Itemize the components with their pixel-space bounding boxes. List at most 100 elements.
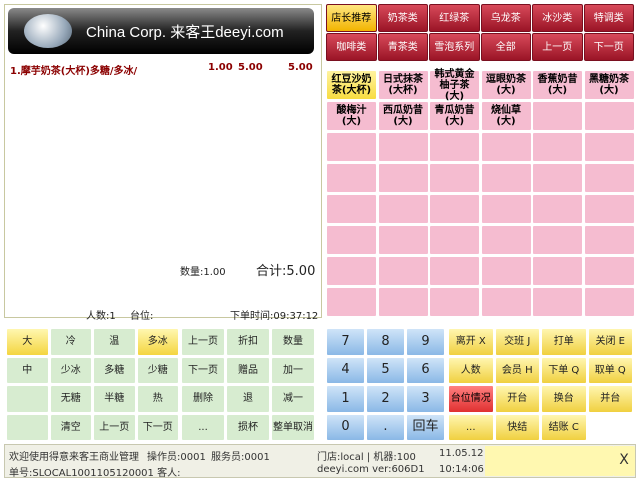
modifier-button-15[interactable]: 下一页 bbox=[136, 413, 179, 441]
function-button-4[interactable]: 人数 bbox=[448, 356, 494, 384]
product-item[interactable] bbox=[532, 225, 583, 255]
product-item[interactable] bbox=[480, 132, 532, 162]
function-button-2[interactable]: 打单 bbox=[541, 328, 587, 356]
category-tab-6[interactable]: 咖啡类 bbox=[326, 33, 377, 61]
product-item[interactable] bbox=[583, 225, 635, 255]
modifier-button-14[interactable]: 上一页 bbox=[93, 413, 136, 441]
product-item[interactable]: 黑糖奶茶(大) bbox=[583, 70, 635, 100]
modifier-button-6[interactable]: 多糖 bbox=[93, 356, 136, 384]
product-item[interactable] bbox=[480, 163, 532, 193]
modifier-button-4[interactable]: 中 bbox=[6, 356, 49, 384]
product-item[interactable] bbox=[429, 225, 480, 255]
category-tab-2[interactable]: 红绿茶 bbox=[429, 4, 480, 32]
category-tab-5[interactable]: 特调类 bbox=[583, 4, 634, 32]
operation-button-2[interactable]: 数量 bbox=[271, 328, 315, 356]
keypad-button-0[interactable]: 7 bbox=[326, 328, 365, 356]
product-item[interactable]: 韩式黄金柚子茶(大) bbox=[429, 69, 480, 102]
category-tab-11[interactable]: 下一页 bbox=[583, 33, 634, 61]
function-button-8[interactable]: 台位情况 bbox=[448, 385, 494, 413]
category-tab-8[interactable]: 雪泡系列 bbox=[429, 33, 480, 61]
product-item[interactable] bbox=[583, 163, 635, 193]
product-item[interactable] bbox=[532, 256, 583, 286]
product-item[interactable]: 红豆沙奶茶(大杯) bbox=[326, 70, 377, 100]
product-item[interactable] bbox=[429, 132, 480, 162]
operation-button-5[interactable]: 加一 bbox=[271, 356, 315, 384]
product-item[interactable] bbox=[480, 194, 532, 224]
product-item[interactable]: 酸梅汁(大) bbox=[326, 101, 377, 131]
operation-button-6[interactable]: 删除 bbox=[181, 385, 225, 413]
keypad-button-1[interactable]: 8 bbox=[366, 328, 405, 356]
product-item[interactable]: 香蕉奶昔(大) bbox=[532, 70, 583, 100]
keypad-button-7[interactable]: 2 bbox=[366, 385, 405, 413]
keypad-button-8[interactable]: 3 bbox=[406, 385, 445, 413]
product-item[interactable] bbox=[326, 225, 377, 255]
product-item[interactable] bbox=[326, 163, 377, 193]
category-tab-1[interactable]: 奶茶类 bbox=[377, 4, 428, 32]
product-item[interactable] bbox=[583, 101, 635, 131]
category-tab-4[interactable]: 冰沙类 bbox=[532, 4, 583, 32]
product-item[interactable]: 青瓜奶昔(大) bbox=[429, 101, 480, 131]
keypad-button-5[interactable]: 6 bbox=[406, 356, 445, 384]
product-item[interactable] bbox=[377, 256, 429, 286]
function-button-0[interactable]: 离开 X bbox=[448, 328, 494, 356]
close-button[interactable]: X bbox=[613, 446, 635, 476]
function-button-13[interactable]: 快结 bbox=[494, 413, 540, 441]
keypad-button-3[interactable]: 4 bbox=[326, 356, 365, 384]
product-item[interactable] bbox=[532, 101, 583, 131]
product-item[interactable] bbox=[532, 132, 583, 162]
modifier-button-2[interactable]: 温 bbox=[93, 328, 136, 356]
category-tab-9[interactable]: 全部 bbox=[480, 33, 531, 61]
product-item[interactable] bbox=[480, 287, 532, 317]
product-item[interactable]: 烧仙草(大) bbox=[480, 101, 532, 131]
keypad-button-10[interactable]: . bbox=[366, 413, 405, 441]
product-item[interactable] bbox=[532, 163, 583, 193]
modifier-button-10[interactable]: 半糖 bbox=[93, 385, 136, 413]
product-item[interactable] bbox=[429, 194, 480, 224]
product-item[interactable] bbox=[326, 132, 377, 162]
modifier-button-9[interactable]: 无糖 bbox=[49, 385, 92, 413]
operation-button-1[interactable]: 折扣 bbox=[226, 328, 270, 356]
product-item[interactable] bbox=[429, 163, 480, 193]
operation-button-0[interactable]: 上一页 bbox=[181, 328, 225, 356]
function-button-14[interactable]: 结账 C bbox=[541, 413, 587, 441]
category-tab-3[interactable]: 乌龙茶 bbox=[480, 4, 531, 32]
product-item[interactable] bbox=[583, 287, 635, 317]
function-button-12[interactable]: ... bbox=[448, 413, 494, 441]
product-item[interactable] bbox=[583, 194, 635, 224]
keypad-button-2[interactable]: 9 bbox=[406, 328, 445, 356]
function-button-9[interactable]: 开台 bbox=[494, 385, 540, 413]
product-item[interactable] bbox=[326, 256, 377, 286]
order-item-row[interactable]: 1.摩芋奶茶(大杯)多糖/多冰/ 1.00 5.00 5.00 bbox=[10, 62, 313, 77]
operation-button-4[interactable]: 赠品 bbox=[226, 356, 270, 384]
function-button-3[interactable]: 关闭 E bbox=[587, 328, 633, 356]
modifier-button-7[interactable]: 少糖 bbox=[136, 356, 179, 384]
modifier-button-3[interactable]: 多冰 bbox=[136, 328, 179, 356]
product-item[interactable]: 日式抹茶(大杯) bbox=[377, 70, 429, 100]
operation-button-7[interactable]: 退 bbox=[226, 385, 270, 413]
keypad-button-9[interactable]: 0 bbox=[326, 413, 365, 441]
product-item[interactable] bbox=[377, 132, 429, 162]
modifier-button-8[interactable] bbox=[6, 385, 49, 413]
modifier-button-12[interactable] bbox=[6, 413, 49, 441]
product-item[interactable] bbox=[377, 163, 429, 193]
product-item[interactable] bbox=[377, 225, 429, 255]
product-item[interactable] bbox=[326, 287, 377, 317]
keypad-button-4[interactable]: 5 bbox=[366, 356, 405, 384]
product-item[interactable] bbox=[480, 256, 532, 286]
operation-button-9[interactable]: ... bbox=[181, 413, 225, 441]
function-button-7[interactable]: 取单 Q bbox=[587, 356, 633, 384]
modifier-button-5[interactable]: 少冰 bbox=[49, 356, 92, 384]
function-button-10[interactable]: 换台 bbox=[541, 385, 587, 413]
function-button-5[interactable]: 会员 H bbox=[494, 356, 540, 384]
function-button-6[interactable]: 下单 Q bbox=[541, 356, 587, 384]
operation-button-8[interactable]: 减一 bbox=[271, 385, 315, 413]
keypad-button-11[interactable]: 回车 bbox=[406, 413, 445, 441]
product-item[interactable] bbox=[532, 194, 583, 224]
product-item[interactable] bbox=[377, 194, 429, 224]
keypad-button-6[interactable]: 1 bbox=[326, 385, 365, 413]
product-item[interactable] bbox=[326, 194, 377, 224]
category-tab-7[interactable]: 青茶类 bbox=[377, 33, 428, 61]
product-item[interactable] bbox=[429, 287, 480, 317]
modifier-button-11[interactable]: 热 bbox=[136, 385, 179, 413]
category-tab-0[interactable]: 店长推荐 bbox=[326, 4, 377, 32]
